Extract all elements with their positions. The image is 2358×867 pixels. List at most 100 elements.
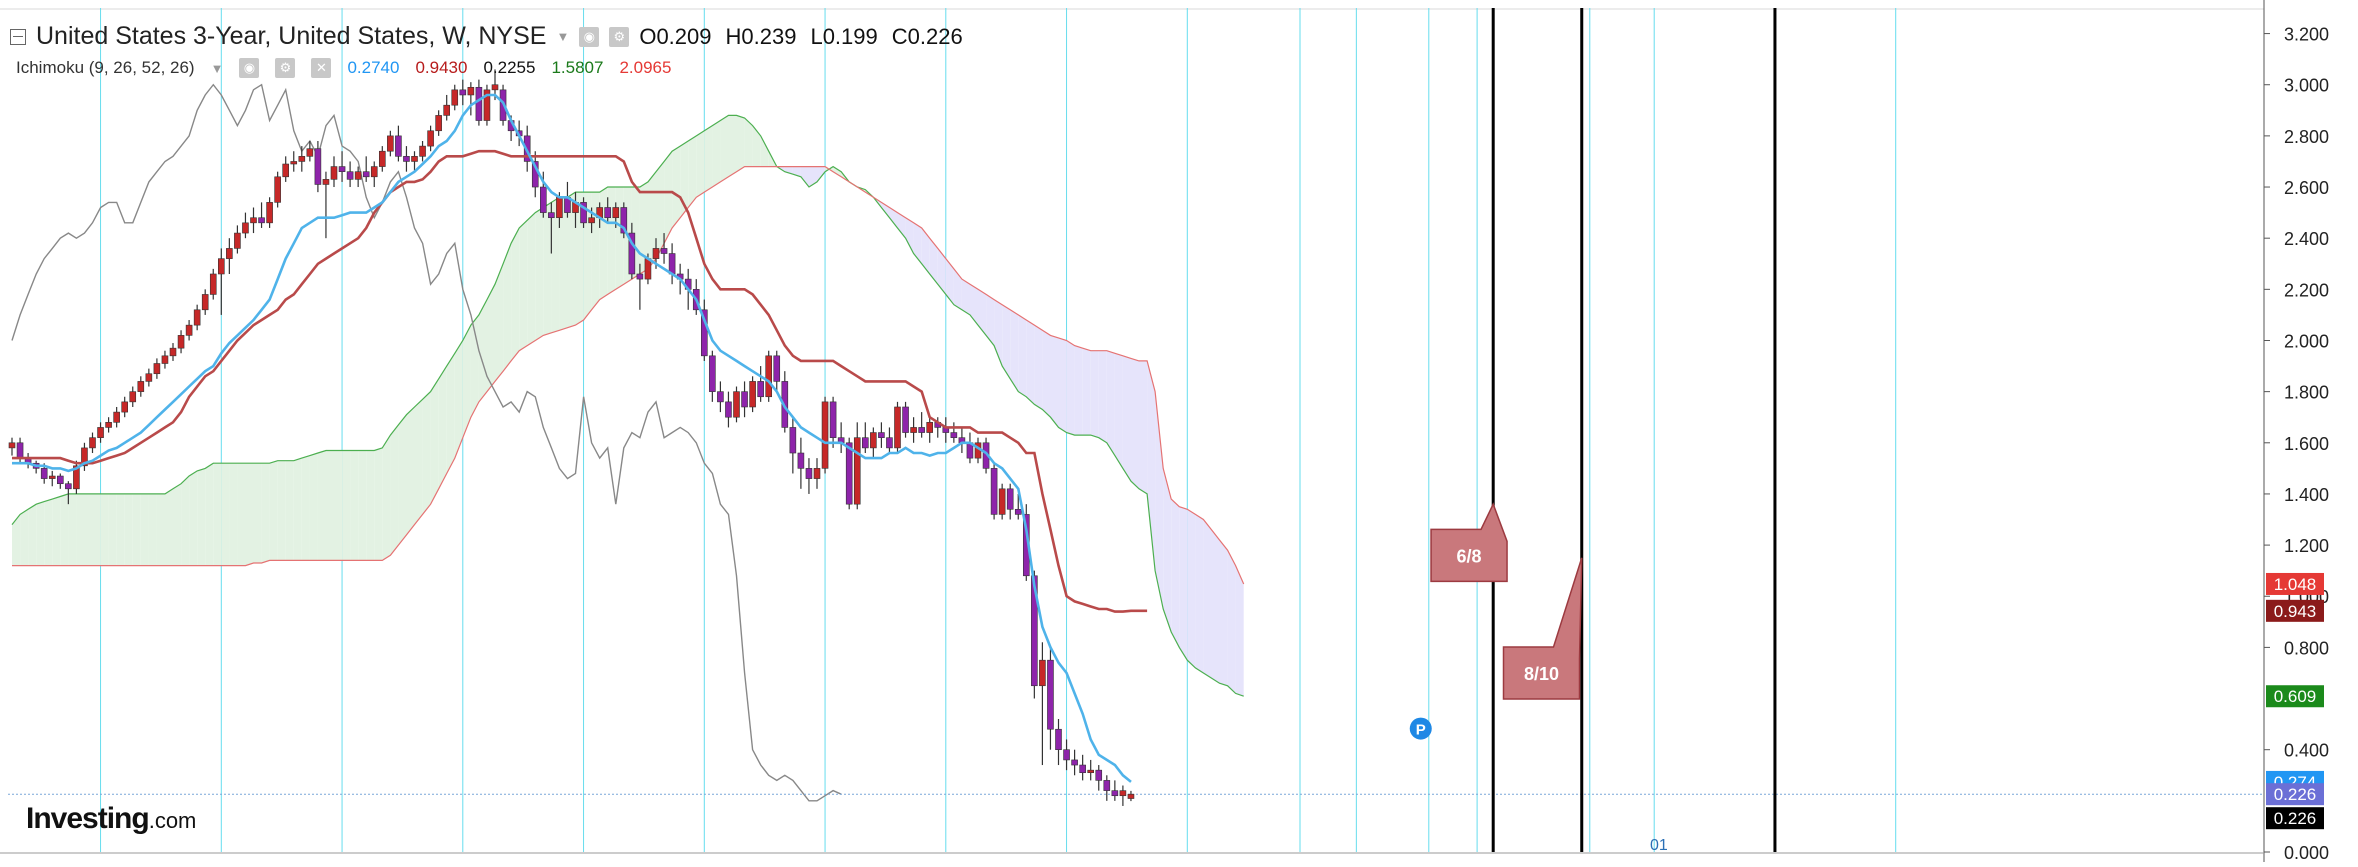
- candle-body: [218, 258, 225, 275]
- ichimoku-cloud-segment: [245, 463, 254, 566]
- eye-icon[interactable]: ◉: [579, 26, 600, 47]
- ichimoku-cloud-segment: [285, 460, 294, 561]
- ichimoku-cloud-segment: [1211, 529, 1220, 684]
- candle-body: [306, 148, 314, 157]
- eye-icon[interactable]: ◉: [239, 58, 260, 78]
- gear-icon[interactable]: ⚙: [609, 26, 630, 47]
- ichimoku-cloud-segment: [672, 146, 681, 228]
- candle-body: [161, 355, 169, 364]
- ichimoku-cloud-segment: [519, 220, 528, 351]
- candle-body: [467, 86, 475, 96]
- candle-body: [145, 373, 153, 382]
- ichimoku-cloud-segment: [1106, 350, 1115, 456]
- price-tag: 0.609: [2266, 685, 2324, 708]
- chevron-down-icon[interactable]: ▼: [556, 29, 569, 44]
- ichimoku-cloud-segment: [1042, 330, 1051, 418]
- candle-body: [298, 156, 306, 162]
- ichimoku-cloud-segment: [688, 135, 697, 208]
- y-tick-label: 1.200: [2284, 536, 2329, 556]
- indicator-name[interactable]: Ichimoku (9, 26, 52, 26): [16, 58, 195, 78]
- symbol-title[interactable]: United States 3-Year, United States, W, …: [36, 22, 546, 51]
- candle-body: [757, 381, 764, 398]
- ichimoku-cloud-segment: [1034, 325, 1043, 410]
- candle-body: [242, 222, 249, 234]
- ichimoku-cloud-segment: [1131, 358, 1139, 489]
- candle-body: [129, 391, 137, 403]
- candle-body: [1055, 728, 1062, 750]
- ichimoku-cloud-segment: [140, 493, 149, 566]
- candle-body: [89, 437, 96, 449]
- ichimoku-cloud-segment: [487, 284, 495, 392]
- candle-body: [668, 253, 676, 275]
- candle-body: [1119, 790, 1127, 797]
- candle-body: [403, 156, 410, 162]
- candle-body: [1071, 759, 1078, 766]
- candle-body: [789, 427, 797, 454]
- candle-body: [636, 273, 644, 280]
- candle: [902, 401, 909, 438]
- ichimoku-cloud-segment: [28, 504, 37, 566]
- candle-body: [185, 324, 193, 336]
- candle-body: [725, 401, 732, 418]
- ichimoku-cloud-segment: [527, 212, 536, 346]
- ichimoku-cloud-segment: [1050, 335, 1059, 428]
- candle-body: [443, 104, 451, 116]
- ichimoku-cloud-segment: [1187, 509, 1196, 668]
- indicator-value-chikou: 0.2255: [483, 58, 536, 77]
- candle-body: [861, 437, 869, 449]
- p-marker-label: P: [1416, 722, 1426, 739]
- ichimoku-cloud-segment: [696, 130, 705, 198]
- candle-body: [395, 135, 402, 157]
- candle-body: [773, 355, 781, 382]
- candle-body: [137, 381, 145, 392]
- candle-body: [652, 248, 660, 259]
- ichimoku-cloud-segment: [269, 460, 278, 561]
- ichimoku-cloud-segment: [406, 407, 415, 535]
- candle-body: [16, 442, 24, 459]
- chart-area[interactable]: 3.200 3.000 2.800 2.600 2.400 2.200 2.000 1.800…: [0, 0, 2358, 863]
- ichimoku-cloud-segment: [261, 463, 270, 563]
- price-tag: 0.226: [2266, 807, 2324, 830]
- ichimoku-cloud-segment: [438, 366, 447, 489]
- price-chart[interactable]: 3.200 3.000 2.800 2.600 2.400 2.200 2.000 1.800…: [0, 0, 2358, 863]
- ichimoku-cloud-segment: [1122, 355, 1131, 482]
- logo-suffix: .com: [148, 808, 197, 833]
- ichimoku-cloud-segment: [1074, 345, 1083, 436]
- ichimoku-cloud-segment: [342, 450, 351, 561]
- ichimoku-cloud-segment: [36, 501, 45, 566]
- indicator-value-span-b: 2.0965: [619, 58, 672, 77]
- candle-body: [878, 432, 885, 438]
- chevron-down-icon[interactable]: ▼: [211, 61, 224, 76]
- candle-body: [169, 347, 177, 357]
- candle-body: [113, 411, 120, 423]
- ichimoku-cloud-segment: [116, 493, 125, 566]
- price-tag: 0.943: [2266, 599, 2324, 622]
- y-tick-label: 1.600: [2284, 434, 2329, 454]
- ichimoku-cloud-segment: [374, 447, 383, 561]
- ichimoku-cloud-segment: [503, 243, 512, 372]
- ichimoku-cloud-segment: [414, 399, 423, 525]
- candle: [274, 171, 281, 208]
- chart-background: [0, 0, 2358, 862]
- candle-body: [475, 86, 483, 121]
- ichimoku-cloud-segment: [326, 450, 334, 561]
- candle-body: [330, 166, 338, 180]
- price-tag-label: 1.048: [2274, 575, 2317, 594]
- ichimoku-cloud-segment: [253, 463, 262, 563]
- candle-body: [1103, 780, 1111, 791]
- ichimoku-cloud-segment: [197, 468, 206, 566]
- close-icon[interactable]: ✕: [311, 58, 332, 78]
- ichimoku-cloud-segment: [390, 424, 399, 556]
- ichimoku-cloud-segment: [1026, 320, 1035, 405]
- gear-icon[interactable]: ⚙: [275, 58, 296, 78]
- candle-body: [717, 391, 724, 403]
- ichimoku-cloud-segment: [358, 450, 367, 561]
- collapse-icon[interactable]: [10, 28, 26, 45]
- y-tick-label: 3.000: [2284, 76, 2329, 96]
- candle-body: [491, 84, 499, 91]
- ichimoku-cloud-segment: [1171, 499, 1180, 648]
- candle-body: [1047, 659, 1054, 730]
- candle: [733, 386, 740, 423]
- indicator-value-kijun: 0.9430: [415, 58, 468, 77]
- candle-body: [749, 381, 756, 408]
